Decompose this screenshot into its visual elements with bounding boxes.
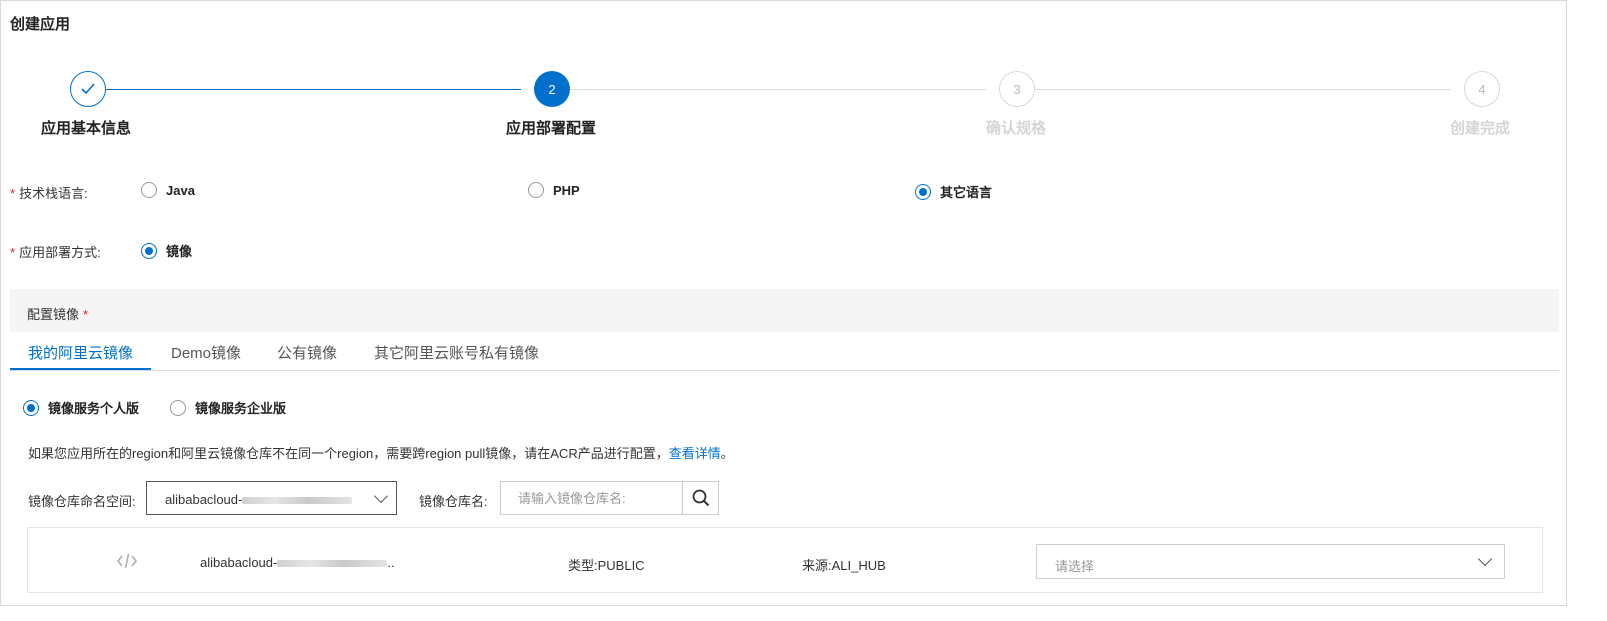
chevron-down-icon[interactable] bbox=[1477, 551, 1493, 567]
region-info-text: 如果您应用所在的region和阿里云镜像仓库不在同一个region，需要跨reg… bbox=[28, 446, 734, 461]
step-1-label: 应用基本信息 bbox=[41, 120, 132, 137]
mirror-tabs: 我的阿里云镜像 Demo镜像 公有镜像 其它阿里云账号私有镜像 bbox=[10, 332, 1559, 371]
repo-name-search bbox=[500, 481, 719, 515]
namespace-label: 镜像仓库命名空间: bbox=[28, 494, 136, 509]
required-mark: * bbox=[83, 307, 89, 322]
repo-name: alibabacloud-.. bbox=[200, 555, 395, 570]
step-connector-2 bbox=[570, 89, 986, 90]
redacted-text bbox=[277, 560, 388, 568]
radio-java-label: Java bbox=[166, 182, 195, 198]
mirror-config-header: 配置镜像 * bbox=[10, 289, 1559, 332]
radio-other-language[interactable]: 其它语言 bbox=[915, 182, 992, 201]
image-tag-select[interactable]: 请选择 bbox=[1036, 544, 1505, 579]
app-frame: 创建应用 2 3 4 应用基本信息 应用部署配置 确认规格 创建完成 * 技术栈语… bbox=[0, 0, 1567, 606]
tag-select-placeholder: 请选择 bbox=[1055, 559, 1095, 574]
radio-personal-edition-label: 镜像服务个人版 bbox=[48, 401, 140, 416]
required-mark: * bbox=[10, 186, 16, 201]
namespace-value: alibabacloud- bbox=[165, 492, 353, 507]
repo-name-label: 镜像仓库名: bbox=[419, 494, 488, 509]
chevron-down-icon[interactable] bbox=[373, 488, 389, 504]
page-title: 创建应用 bbox=[10, 16, 71, 33]
check-icon bbox=[81, 83, 95, 95]
repo-list-item[interactable]: alibabacloud-.. 类型:PUBLIC 来源:ALI_HUB 请选择 bbox=[27, 527, 1543, 593]
radio-circle[interactable] bbox=[528, 182, 544, 198]
tab-public-image[interactable]: 公有镜像 bbox=[277, 342, 337, 363]
search-button[interactable] bbox=[682, 482, 718, 514]
radio-php-label: PHP bbox=[553, 182, 580, 198]
radio-circle[interactable] bbox=[141, 242, 157, 259]
mirror-config-title: 配置镜像 * bbox=[27, 307, 89, 322]
radio-other-language-label: 其它语言 bbox=[940, 185, 993, 200]
radio-enterprise-edition[interactable]: 镜像服务企业版 bbox=[170, 398, 286, 417]
namespace-select[interactable]: alibabacloud- bbox=[146, 481, 397, 515]
radio-php[interactable]: PHP bbox=[528, 182, 580, 198]
tab-my-aliyun-image[interactable]: 我的阿里云镜像 bbox=[28, 342, 133, 363]
step-2-label: 应用部署配置 bbox=[506, 120, 597, 137]
radio-image-label: 镜像 bbox=[166, 244, 193, 259]
code-icon bbox=[116, 550, 138, 575]
active-tab-indicator bbox=[10, 368, 151, 370]
step-4-label: 创建完成 bbox=[1450, 120, 1511, 137]
step-4-circle: 4 bbox=[1464, 71, 1500, 107]
required-mark: * bbox=[10, 245, 16, 260]
search-icon bbox=[692, 489, 709, 507]
step-3-circle: 3 bbox=[999, 71, 1035, 107]
view-details-link[interactable]: 查看详情 bbox=[669, 446, 721, 461]
radio-circle[interactable] bbox=[170, 399, 186, 416]
repo-name-input[interactable] bbox=[501, 482, 684, 514]
radio-circle[interactable] bbox=[915, 183, 931, 200]
redacted-text bbox=[242, 497, 353, 505]
radio-personal-edition[interactable]: 镜像服务个人版 bbox=[23, 398, 139, 417]
radio-circle[interactable] bbox=[141, 182, 157, 198]
radio-image[interactable]: 镜像 bbox=[141, 241, 192, 260]
tab-other-account-private-image[interactable]: 其它阿里云账号私有镜像 bbox=[374, 342, 539, 363]
radio-circle[interactable] bbox=[23, 399, 39, 416]
step-1-circle bbox=[70, 71, 106, 107]
deploy-method-label: * 应用部署方式: bbox=[10, 245, 101, 260]
repo-type: 类型:PUBLIC bbox=[568, 558, 645, 573]
radio-java[interactable]: Java bbox=[141, 182, 195, 198]
tab-demo-image[interactable]: Demo镜像 bbox=[171, 342, 241, 363]
repo-source: 来源:ALI_HUB bbox=[802, 558, 886, 573]
tech-stack-label: * 技术栈语言: bbox=[10, 186, 88, 201]
step-connector-3 bbox=[1035, 89, 1451, 90]
step-2-circle: 2 bbox=[534, 71, 570, 107]
step-connector-1 bbox=[106, 89, 521, 90]
step-3-label: 确认规格 bbox=[986, 120, 1047, 137]
radio-enterprise-edition-label: 镜像服务企业版 bbox=[195, 401, 287, 416]
